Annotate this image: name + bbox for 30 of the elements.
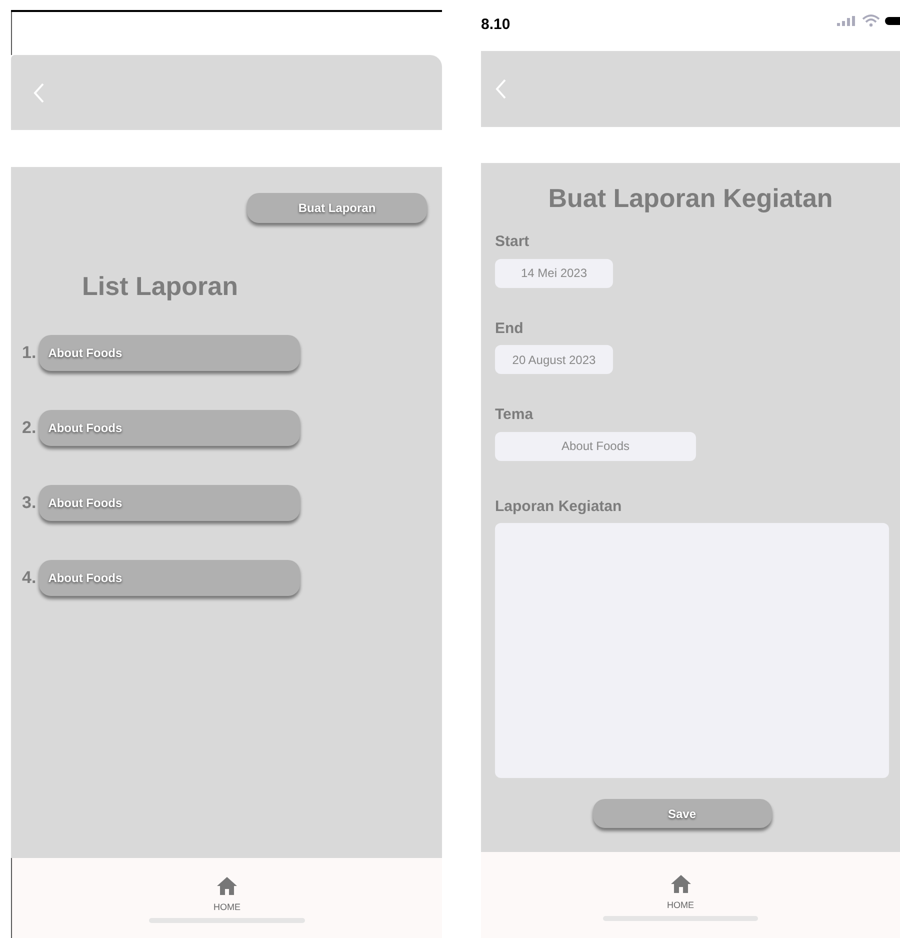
field-label: End <box>495 318 524 338</box>
item-number: 1. <box>22 342 36 364</box>
home-icon[interactable] <box>670 874 692 894</box>
save-button[interactable]: Save <box>592 799 772 828</box>
report-item-button[interactable]: About Foods <box>39 410 300 446</box>
create-report-button[interactable]: Buat Laporan <box>247 193 427 223</box>
date-field[interactable]: 14 Mei 2023 <box>495 258 613 288</box>
report-textarea[interactable] <box>495 523 889 778</box>
field-label: Start <box>495 232 530 252</box>
home-icon[interactable] <box>216 876 238 896</box>
field-label: Tema <box>495 405 534 425</box>
date-field[interactable]: 20 August 2023 <box>495 345 613 374</box>
report-item-button[interactable]: About Foods <box>39 560 300 596</box>
status-time: 8.10 <box>481 15 510 35</box>
item-number: 4. <box>22 567 36 590</box>
nav-label[interactable]: HOME <box>667 899 694 912</box>
report-item-button[interactable]: About Foods <box>39 485 300 521</box>
item-number: 2. <box>22 417 36 440</box>
page-title: List Laporan <box>81 270 240 303</box>
wifi-icon <box>862 14 880 27</box>
input-field[interactable]: About Foods <box>495 432 696 460</box>
report-item-button[interactable]: About Foods <box>39 335 300 371</box>
nav-label[interactable]: HOME <box>214 901 240 914</box>
item-number: 3. <box>22 492 36 514</box>
back-icon[interactable] <box>33 82 45 104</box>
page-title: Buat Laporan Kegiatan <box>547 182 834 215</box>
back-icon[interactable] <box>495 78 507 100</box>
battery-icon <box>885 16 900 24</box>
signal-icon <box>837 16 857 26</box>
field-label: Laporan Kegiatan <box>495 496 623 516</box>
